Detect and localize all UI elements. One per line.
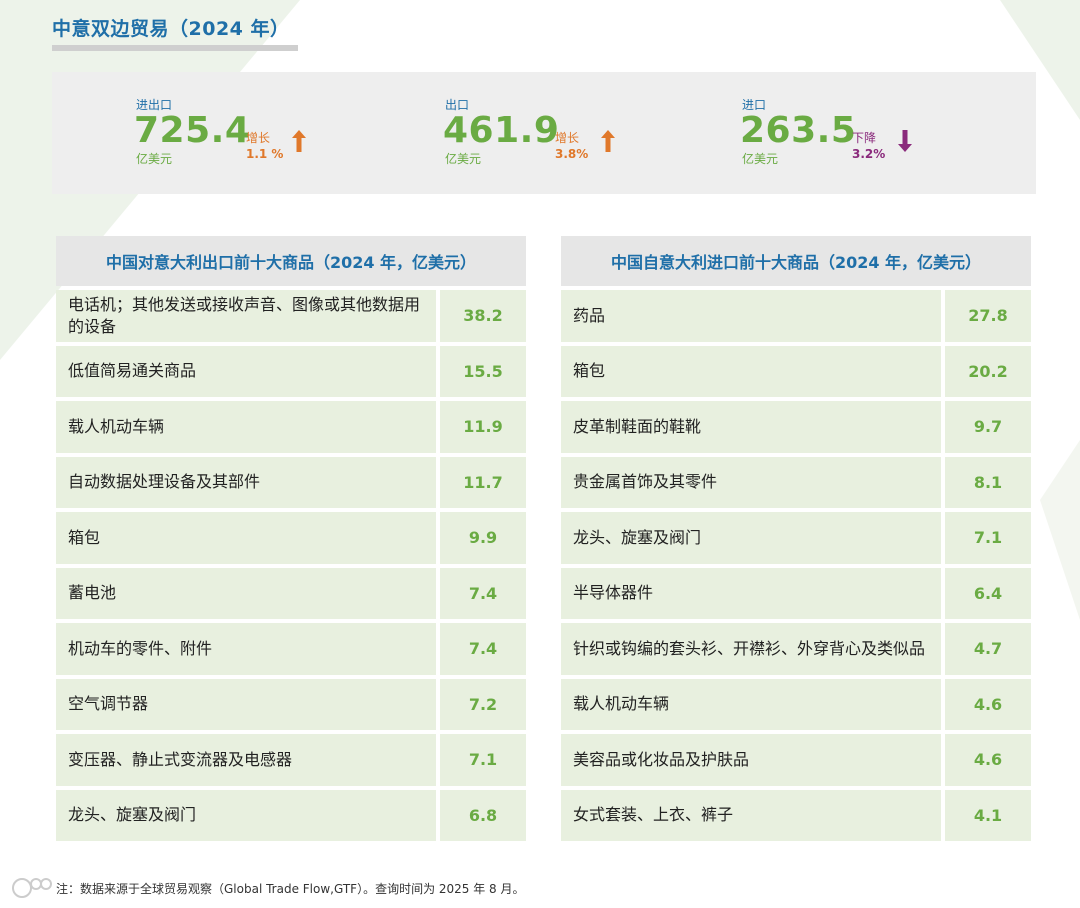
table-row: 药品 27.8	[561, 290, 1031, 342]
commodity-value: 7.1	[440, 734, 526, 786]
metric-percent: 3.2%	[852, 147, 886, 161]
metric-direction: 增长	[246, 131, 271, 145]
commodity-value: 4.6	[945, 678, 1031, 730]
commodity-name: 皮革制鞋面的鞋靴	[561, 401, 941, 453]
table-row: 蓄电池 7.4	[56, 567, 526, 619]
commodity-value: 6.8	[440, 789, 526, 841]
arrow-down-icon	[898, 130, 912, 152]
commodity-value: 9.7	[945, 401, 1031, 453]
arrow-up-icon	[292, 130, 306, 152]
commodity-name: 药品	[561, 290, 941, 342]
metric-percent: 1.1 %	[246, 147, 284, 161]
metric-value: 263.5	[740, 110, 857, 151]
commodity-name: 针织或钩编的套头衫、开襟衫、外穿背心及类似品	[561, 623, 941, 675]
commodity-name: 蓄电池	[56, 567, 436, 619]
table-row: 皮革制鞋面的鞋靴 9.7	[561, 401, 1031, 453]
metric-direction: 下降	[852, 131, 877, 145]
commodity-name: 低值简易通关商品	[56, 345, 436, 397]
commodity-name: 空气调节器	[56, 678, 436, 730]
commodity-value: 4.7	[945, 623, 1031, 675]
table-row: 箱包 20.2	[561, 345, 1031, 397]
commodity-name: 电话机；其他发送或接收声音、图像或其他数据用的设备	[56, 290, 436, 342]
arrow-up-icon	[601, 130, 615, 152]
commodity-name: 自动数据处理设备及其部件	[56, 456, 436, 508]
table-row: 电话机；其他发送或接收声音、图像或其他数据用的设备 38.2	[56, 290, 526, 342]
commodity-name: 载人机动车辆	[56, 401, 436, 453]
table-row: 载人机动车辆 11.9	[56, 401, 526, 453]
commodity-name: 箱包	[561, 345, 941, 397]
metric-unit: 亿美元	[136, 152, 173, 166]
commodity-name: 变压器、静止式变流器及电感器	[56, 734, 436, 786]
commodity-value: 38.2	[440, 290, 526, 342]
table-row: 龙头、旋塞及阀门 6.8	[56, 789, 526, 841]
commodity-name: 箱包	[56, 512, 436, 564]
table-row: 变压器、静止式变流器及电感器 7.1	[56, 734, 526, 786]
commodity-name: 美容品或化妆品及护肤品	[561, 734, 941, 786]
commodity-value: 11.9	[440, 401, 526, 453]
metric-value: 725.4	[134, 110, 251, 151]
commodity-value: 6.4	[945, 567, 1031, 619]
commodity-value: 20.2	[945, 345, 1031, 397]
table-row: 女式套装、上衣、裤子 4.1	[561, 789, 1031, 841]
commodity-value: 7.4	[440, 623, 526, 675]
metric-direction: 增长	[555, 131, 580, 145]
export-table-title: 中国对意大利出口前十大商品（2024 年，亿美元）	[56, 236, 526, 286]
table-row: 针织或钩编的套头衫、开襟衫、外穿背心及类似品 4.7	[561, 623, 1031, 675]
table-row: 载人机动车辆 4.6	[561, 678, 1031, 730]
table-row: 空气调节器 7.2	[56, 678, 526, 730]
commodity-value: 7.4	[440, 567, 526, 619]
commodity-value: 27.8	[945, 290, 1031, 342]
page-title: 中意双边贸易（2024 年）	[52, 12, 298, 51]
commodity-name: 贵金属首饰及其零件	[561, 456, 941, 508]
table-row: 贵金属首饰及其零件 8.1	[561, 456, 1031, 508]
commodity-name: 女式套装、上衣、裤子	[561, 789, 941, 841]
export-table: 中国对意大利出口前十大商品（2024 年，亿美元） 电话机；其他发送或接收声音、…	[56, 236, 526, 845]
summary-panel: 进出口 725.4 亿美元 增长 1.1 % 出口 461.9 亿美元 增长 3…	[52, 72, 1036, 194]
commodity-name: 载人机动车辆	[561, 678, 941, 730]
commodity-name: 龙头、旋塞及阀门	[561, 512, 941, 564]
watermark-logo-icon	[12, 878, 52, 898]
metric-percent: 3.8%	[555, 147, 589, 161]
table-row: 龙头、旋塞及阀门 7.1	[561, 512, 1031, 564]
commodity-name: 龙头、旋塞及阀门	[56, 789, 436, 841]
commodity-value: 15.5	[440, 345, 526, 397]
commodity-name: 机动车的零件、附件	[56, 623, 436, 675]
metric-unit: 亿美元	[742, 152, 779, 166]
commodity-value: 9.9	[440, 512, 526, 564]
table-row: 半导体器件 6.4	[561, 567, 1031, 619]
metric-unit: 亿美元	[445, 152, 482, 166]
metric-value: 461.9	[443, 110, 560, 151]
table-row: 机动车的零件、附件 7.4	[56, 623, 526, 675]
table-row: 低值简易通关商品 15.5	[56, 345, 526, 397]
commodity-value: 4.1	[945, 789, 1031, 841]
import-table-title: 中国自意大利进口前十大商品（2024 年，亿美元）	[561, 236, 1031, 286]
table-row: 箱包 9.9	[56, 512, 526, 564]
commodity-value: 7.2	[440, 678, 526, 730]
commodity-value: 11.7	[440, 456, 526, 508]
commodity-value: 4.6	[945, 734, 1031, 786]
commodity-value: 8.1	[945, 456, 1031, 508]
table-row: 自动数据处理设备及其部件 11.7	[56, 456, 526, 508]
table-row: 美容品或化妆品及护肤品 4.6	[561, 734, 1031, 786]
commodity-value: 7.1	[945, 512, 1031, 564]
import-table: 中国自意大利进口前十大商品（2024 年，亿美元） 药品 27.8 箱包 20.2 …	[561, 236, 1031, 845]
commodity-name: 半导体器件	[561, 567, 941, 619]
